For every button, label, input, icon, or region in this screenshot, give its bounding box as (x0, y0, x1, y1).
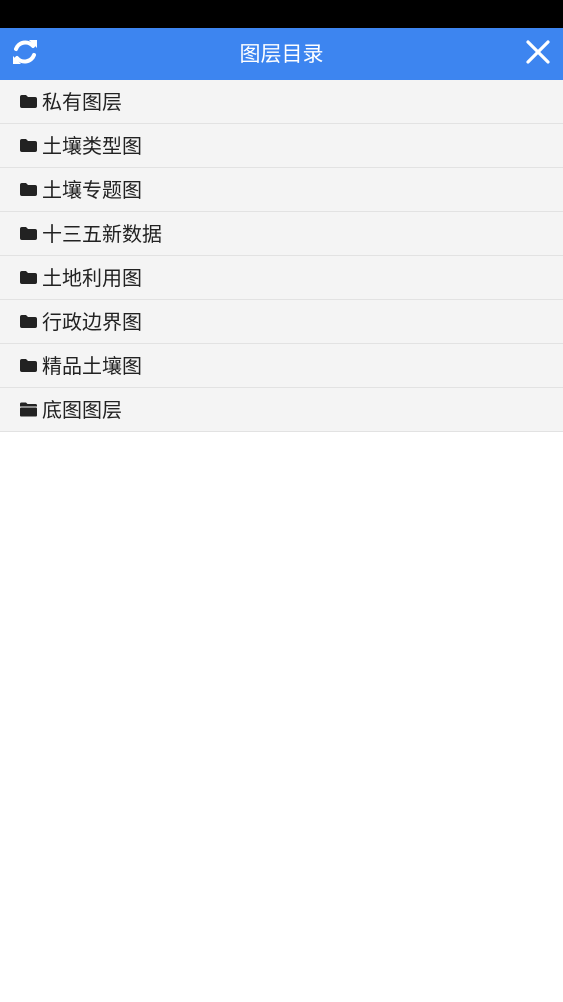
layer-item-label: 十三五新数据 (42, 221, 162, 246)
folder-icon (19, 314, 38, 329)
layer-item-premium-soil[interactable]: 精品土壤图 (0, 344, 563, 388)
layer-item-soil-type[interactable]: 土壤类型图 (0, 124, 563, 168)
folder-icon (19, 270, 38, 285)
layer-item-new-data[interactable]: 十三五新数据 (0, 212, 563, 256)
layer-item-label: 私有图层 (42, 89, 122, 114)
status-bar (0, 0, 563, 28)
layer-item-label: 土壤类型图 (42, 133, 142, 158)
layer-item-label: 精品土壤图 (42, 353, 142, 378)
layer-item-basemap[interactable]: 底图图层 (0, 388, 563, 432)
folder-icon (19, 358, 38, 373)
layer-item-label: 行政边界图 (42, 309, 142, 334)
layer-item-label: 土壤专题图 (42, 177, 142, 202)
layer-list: 私有图层 土壤类型图 土壤专题图 十三五新数据 土地利用图 行政边界图 精品土壤… (0, 80, 563, 432)
folder-icon (19, 182, 38, 197)
layer-item-soil-thematic[interactable]: 土壤专题图 (0, 168, 563, 212)
folder-open-icon (19, 402, 38, 417)
folder-icon (19, 94, 38, 109)
close-button[interactable] (521, 37, 555, 71)
layer-item-land-use[interactable]: 土地利用图 (0, 256, 563, 300)
page-title: 图层目录 (239, 42, 324, 66)
header-bar: 图层目录 (0, 28, 563, 80)
folder-icon (19, 138, 38, 153)
layer-item-label: 土地利用图 (42, 265, 142, 290)
layer-item-admin-boundary[interactable]: 行政边界图 (0, 300, 563, 344)
layer-item-private[interactable]: 私有图层 (0, 80, 563, 124)
layer-item-label: 底图图层 (42, 397, 122, 422)
close-icon (526, 40, 550, 68)
folder-icon (19, 226, 38, 241)
